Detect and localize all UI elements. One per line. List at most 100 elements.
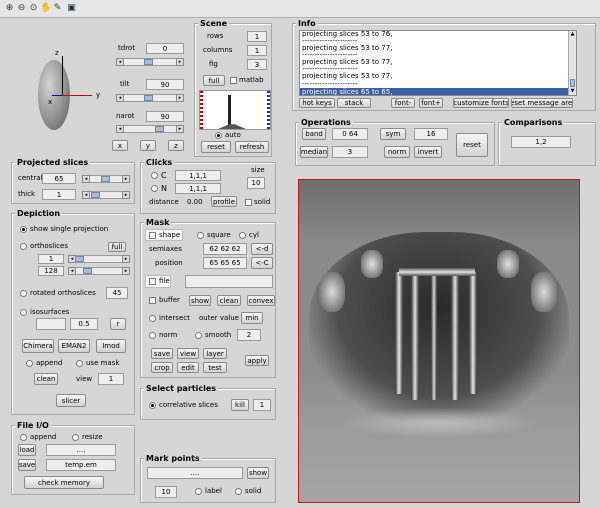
semiaxes-field[interactable]: 62 62 62 bbox=[203, 243, 247, 255]
band-field[interactable]: 0 64 bbox=[332, 128, 368, 140]
square-radio[interactable] bbox=[197, 232, 204, 239]
hot-keys-button[interactable]: hot keys bbox=[299, 98, 335, 108]
message-line-selected[interactable]: projecting slices 65 to 65, bbox=[300, 88, 570, 95]
full-button[interactable]: full bbox=[203, 75, 225, 86]
position-field[interactable]: 65 65 65 bbox=[203, 257, 247, 269]
narot-field[interactable]: 90 bbox=[146, 111, 184, 122]
matlab-checkbox[interactable] bbox=[230, 77, 237, 84]
slider-thumb[interactable] bbox=[101, 176, 110, 182]
slider-right-arrow-icon[interactable]: ▸ bbox=[122, 175, 130, 183]
font-minus-button[interactable]: font- bbox=[391, 98, 415, 108]
position-from-c-button[interactable]: <-C bbox=[251, 257, 273, 269]
mark-solid-radio[interactable] bbox=[235, 488, 242, 495]
reset-message-area-button[interactable]: reset message area bbox=[511, 98, 573, 108]
mask-view-button[interactable]: view bbox=[177, 348, 199, 359]
message-list[interactable]: projecting slices 53 to 76, ------------… bbox=[299, 30, 577, 96]
kill-field[interactable]: 1 bbox=[253, 399, 271, 411]
size-field[interactable]: 10 bbox=[247, 177, 265, 189]
ortho-full-button[interactable]: full bbox=[108, 242, 126, 252]
n-field[interactable]: 1,1,1 bbox=[175, 183, 221, 194]
slider-left-arrow-icon[interactable]: ◂ bbox=[82, 175, 90, 183]
edit-button[interactable]: edit bbox=[177, 362, 199, 373]
save-icon[interactable]: ▣ bbox=[66, 3, 77, 14]
slider-thumb[interactable] bbox=[144, 59, 153, 65]
stack-button[interactable]: stack bbox=[337, 98, 371, 108]
slider-right-arrow-icon[interactable]: ▸ bbox=[176, 58, 184, 66]
scroll-thumb[interactable] bbox=[570, 79, 575, 87]
cyl-radio[interactable] bbox=[239, 232, 246, 239]
ortho-field-1[interactable]: 1 bbox=[38, 254, 64, 264]
chimera-button[interactable]: Chimera bbox=[22, 339, 54, 353]
operations-reset-button[interactable]: reset bbox=[456, 133, 488, 157]
slider-right-arrow-icon[interactable]: ▸ bbox=[122, 267, 130, 275]
rotated-field[interactable]: 45 bbox=[106, 287, 128, 299]
apply-button[interactable]: apply bbox=[245, 355, 269, 366]
slider-thumb[interactable] bbox=[155, 126, 164, 132]
fig-field[interactable]: 3 bbox=[247, 59, 267, 70]
band-button[interactable]: band bbox=[302, 128, 326, 140]
tilt-slider[interactable]: ◂ ▸ bbox=[116, 94, 184, 102]
tdrot-slider[interactable]: ◂ ▸ bbox=[116, 58, 184, 66]
comparisons-field[interactable]: 1,2 bbox=[511, 136, 571, 148]
iso-empty-field[interactable] bbox=[36, 318, 66, 330]
resize-radio[interactable] bbox=[72, 434, 79, 441]
narot-slider[interactable]: ◂ ▸ bbox=[116, 125, 184, 133]
slider-left-arrow-icon[interactable]: ◂ bbox=[68, 267, 76, 275]
append-radio[interactable] bbox=[26, 360, 33, 367]
central-slider[interactable]: ◂ ▸ bbox=[82, 175, 130, 183]
n-radio[interactable] bbox=[151, 185, 158, 192]
data-cursor-icon[interactable]: ✎ bbox=[52, 3, 63, 14]
thick-slider[interactable]: ◂ ▸ bbox=[82, 191, 130, 199]
convex-button[interactable]: convex bbox=[247, 295, 275, 306]
c-field[interactable]: 1,1,1 bbox=[175, 170, 221, 181]
x-view-button[interactable]: x bbox=[112, 140, 128, 151]
crop-button[interactable]: crop bbox=[151, 362, 173, 373]
test-button[interactable]: test bbox=[203, 362, 227, 373]
scroll-down-icon[interactable]: ▼ bbox=[569, 88, 576, 95]
ortho-field-2[interactable]: 128 bbox=[38, 266, 64, 276]
shape-checkbox[interactable] bbox=[149, 232, 156, 239]
sym-field[interactable]: 16 bbox=[414, 128, 448, 140]
tdrot-field[interactable]: 0 bbox=[146, 43, 184, 54]
customize-fonts-button[interactable]: customize fonts bbox=[453, 98, 509, 108]
load-field[interactable]: .... bbox=[46, 444, 116, 456]
ortho-slider-1[interactable]: ◂ ▸ bbox=[68, 255, 130, 263]
mask-file-field[interactable] bbox=[185, 275, 273, 288]
message-scrollbar[interactable]: ▲ ▼ bbox=[568, 31, 576, 95]
mask-save-button[interactable]: save bbox=[151, 348, 173, 359]
min-button[interactable]: min bbox=[241, 312, 263, 324]
file-checkbox[interactable] bbox=[149, 278, 156, 285]
z-view-button[interactable]: z bbox=[168, 140, 184, 151]
zoom-out-icon[interactable]: ⊖ bbox=[16, 3, 27, 14]
iso-r-button[interactable]: r bbox=[110, 318, 126, 330]
iso-value-field[interactable]: 0.5 bbox=[70, 318, 98, 330]
file-append-radio[interactable] bbox=[20, 434, 27, 441]
mark-points-field[interactable]: .... bbox=[147, 467, 243, 479]
auto-radio[interactable] bbox=[215, 132, 222, 139]
mask-clean-button[interactable]: clean bbox=[217, 295, 241, 306]
profile-button[interactable]: profile bbox=[211, 196, 237, 207]
slider-right-arrow-icon[interactable]: ▸ bbox=[176, 125, 184, 133]
slider-thumb[interactable] bbox=[91, 192, 100, 198]
mark-size-field[interactable]: 10 bbox=[155, 486, 177, 498]
slider-left-arrow-icon[interactable]: ◂ bbox=[116, 58, 124, 66]
file-save-button[interactable]: save bbox=[18, 459, 36, 471]
slider-left-arrow-icon[interactable]: ◂ bbox=[82, 191, 90, 199]
rotated-orthoslices-radio[interactable] bbox=[20, 290, 27, 297]
y-view-button[interactable]: y bbox=[140, 140, 156, 151]
use-mask-radio[interactable] bbox=[76, 360, 83, 367]
buffer-checkbox[interactable] bbox=[149, 297, 156, 304]
thick-field[interactable]: 1 bbox=[42, 189, 76, 200]
ortho-slider-2[interactable]: ◂ ▸ bbox=[68, 267, 130, 275]
solid-checkbox[interactable] bbox=[245, 199, 252, 206]
scene-reset-button[interactable]: reset bbox=[201, 141, 231, 153]
eman2-button[interactable]: EMAN2 bbox=[58, 339, 90, 353]
mark-points-show-button[interactable]: show bbox=[247, 467, 269, 479]
slider-left-arrow-icon[interactable]: ◂ bbox=[116, 94, 124, 102]
slicer-button[interactable]: slicer bbox=[56, 394, 86, 407]
save-field[interactable]: temp.em bbox=[46, 459, 116, 471]
norm-button[interactable]: norm bbox=[384, 146, 410, 158]
correlative-radio[interactable] bbox=[149, 402, 156, 409]
slider-thumb[interactable] bbox=[83, 268, 92, 274]
rows-field[interactable]: 1 bbox=[247, 31, 267, 42]
